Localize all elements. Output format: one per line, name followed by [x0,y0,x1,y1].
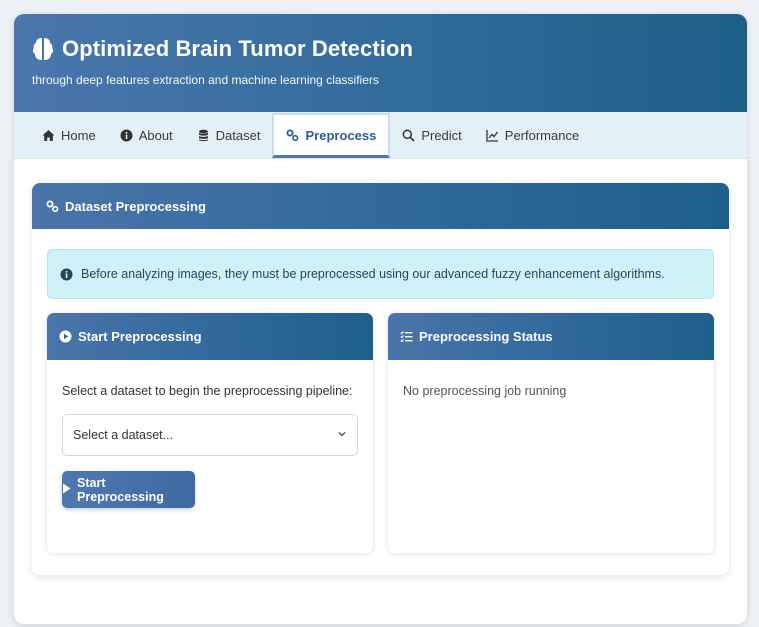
title-row: Optimized Brain Tumor Detection [32,36,729,62]
status-panel-header: Preprocessing Status [388,313,714,360]
nav-item-preprocess[interactable]: Preprocess [272,113,391,158]
app-window: Optimized Brain Tumor Detection through … [14,14,747,624]
gears-icon [286,129,299,142]
start-panel-title: Start Preprocessing [78,329,202,344]
app-title: Optimized Brain Tumor Detection [62,36,414,61]
nav-label-performance: Performance [504,127,580,143]
nav-label-about: About [138,127,173,143]
play-icon [62,483,71,497]
status-text: No preprocessing job running [403,384,567,398]
home-icon [42,129,55,142]
nav-label-dataset: Dataset [215,127,261,143]
panel-columns: Start Preprocessing Select a dataset to … [47,313,714,553]
nav-label-predict: Predict [421,127,462,143]
alert-text: Before analyzing images, they must be pr… [81,267,665,281]
app-header: Optimized Brain Tumor Detection through … [14,14,747,112]
start-panel-header: Start Preprocessing [47,313,373,360]
main-nav: Home About Dataset Preprocess Predict Pe… [14,112,747,159]
main-content: Dataset Preprocessing Before analyzing i… [14,159,747,575]
preprocessing-card-body: Before analyzing images, they must be pr… [32,229,729,573]
dataset-select[interactable]: Select a dataset... [62,414,358,456]
info-alert: Before analyzing images, they must be pr… [47,249,714,299]
nav-label-preprocess: Preprocess [305,127,377,143]
start-preprocessing-panel: Start Preprocessing Select a dataset to … [47,313,373,553]
list-check-icon [400,330,413,343]
nav-item-about[interactable]: About [108,112,185,158]
start-button-label: Start Preprocessing [77,475,164,504]
status-panel-title: Preprocessing Status [419,329,553,344]
preprocessing-card: Dataset Preprocessing Before analyzing i… [32,183,729,575]
chart-line-icon [486,129,499,142]
card-title: Dataset Preprocessing [65,198,206,214]
nav-label-home: Home [61,127,96,143]
dataset-select-value: Select a dataset... [73,428,174,442]
gears-icon [46,200,59,213]
chevron-down-icon [337,428,347,442]
nav-item-dataset[interactable]: Dataset [185,112,273,158]
app-subtitle: through deep features extraction and mac… [32,73,379,87]
play-circle-icon [59,330,72,343]
info-icon [120,129,133,142]
preprocessing-card-header: Dataset Preprocessing [32,183,729,229]
start-preprocessing-button[interactable]: Start Preprocessing [62,471,195,508]
preprocessing-status-panel: Preprocessing Status No preprocessing jo… [388,313,714,553]
select-instruction: Select a dataset to begin the preprocess… [62,384,353,398]
nav-item-predict[interactable]: Predict [390,112,473,158]
nav-item-home[interactable]: Home [30,112,108,158]
nav-item-performance[interactable]: Performance [474,112,591,158]
start-panel-body: Select a dataset to begin the preprocess… [47,360,373,532]
database-icon [197,129,210,142]
brain-icon [32,36,54,62]
info-icon [60,268,73,281]
status-panel-body: No preprocessing job running [388,360,714,422]
search-icon [402,129,415,142]
